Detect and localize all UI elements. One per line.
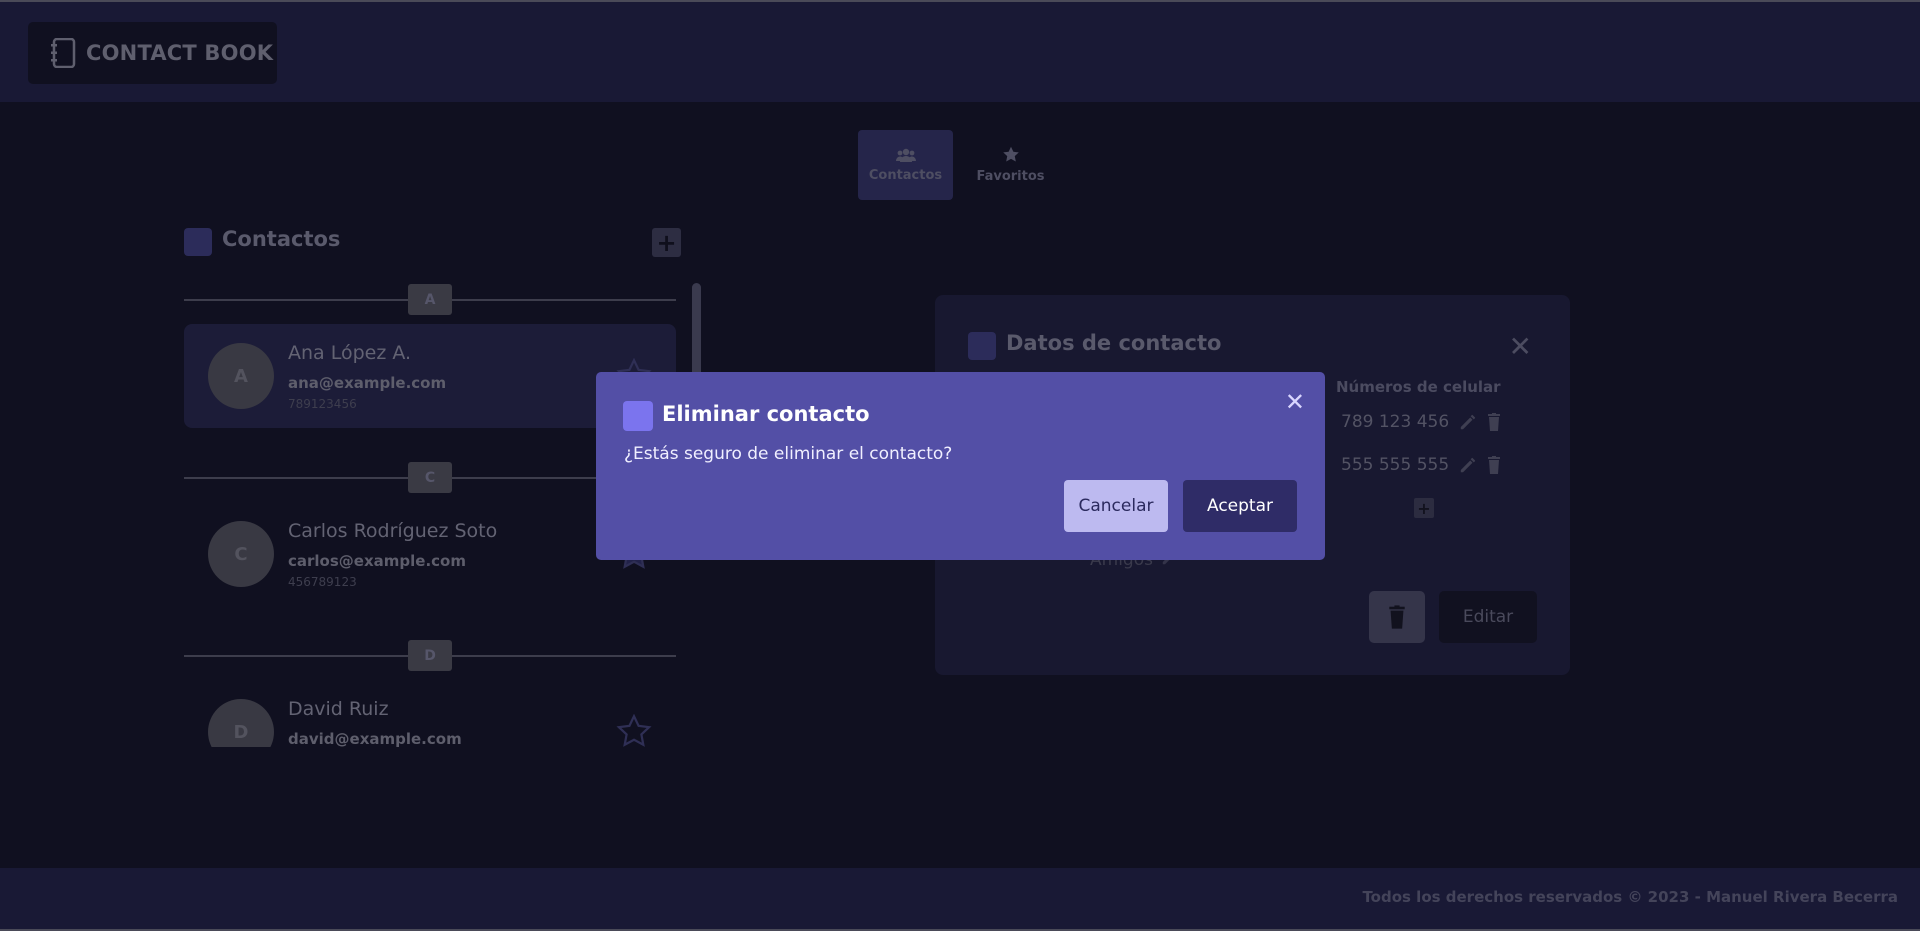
add-contact-button[interactable]: + xyxy=(652,228,681,257)
contacts-scrollbar[interactable] xyxy=(692,283,701,383)
letter-badge: A xyxy=(408,284,452,315)
avatar: A xyxy=(208,343,274,409)
edit-pencil-icon[interactable] xyxy=(1459,456,1477,474)
contacts-header: Contactos + xyxy=(184,226,681,257)
details-title: Datos de contacto xyxy=(1006,331,1222,355)
details-close-icon[interactable]: ✕ xyxy=(1509,330,1532,363)
favorite-star-icon[interactable] xyxy=(616,714,652,747)
accept-button[interactable]: Aceptar xyxy=(1183,480,1297,532)
contact-name: Carlos Rodríguez Soto xyxy=(288,520,498,542)
modal-close-icon[interactable]: ✕ xyxy=(1285,388,1305,416)
phone-row: 555 555 555 xyxy=(1341,455,1501,475)
contact-phone: 789123456 xyxy=(288,397,357,411)
section-square-icon xyxy=(968,332,996,360)
phone-number: 555 555 555 xyxy=(1341,455,1450,475)
contacts-title: Contactos xyxy=(222,227,341,251)
contact-email: david@example.com xyxy=(288,730,462,747)
avatar: C xyxy=(208,521,274,587)
letter-divider: A xyxy=(184,282,676,316)
phone-row: 789 123 456 xyxy=(1341,412,1501,432)
contact-name: David Ruiz xyxy=(288,698,389,720)
cancel-button[interactable]: Cancelar xyxy=(1064,480,1168,532)
brand-title: CONTACT BOOK xyxy=(86,41,274,65)
modal-message: ¿Estás seguro de eliminar el contacto? xyxy=(624,444,953,464)
top-bar: CONTACT BOOK xyxy=(0,0,1920,102)
trash-icon[interactable] xyxy=(1487,456,1501,474)
avatar: D xyxy=(208,699,274,747)
modal-square-icon xyxy=(623,401,653,431)
letter-divider: D xyxy=(184,638,676,672)
delete-confirm-modal: Eliminar contacto ✕ ¿Estás seguro de eli… xyxy=(596,372,1325,560)
phones-title: Números de celular xyxy=(1336,378,1501,396)
contact-item[interactable]: D David Ruiz david@example.com 789012345 xyxy=(184,680,676,747)
trash-icon xyxy=(1389,605,1405,629)
contact-email: carlos@example.com xyxy=(288,552,466,570)
contact-phone: 456789123 xyxy=(288,575,357,589)
trash-icon[interactable] xyxy=(1487,413,1501,431)
contact-email: ana@example.com xyxy=(288,374,447,392)
tab-label: Favoritos xyxy=(976,169,1045,184)
edit-pencil-icon[interactable] xyxy=(1459,413,1477,431)
contact-name: Ana López A. xyxy=(288,342,412,364)
delete-contact-button[interactable] xyxy=(1369,591,1425,643)
add-phone-button[interactable]: + xyxy=(1414,498,1434,518)
star-icon xyxy=(1002,146,1019,162)
address-book-icon xyxy=(51,38,76,68)
footer: Todos los derechos reservados © 2023 - M… xyxy=(0,868,1920,929)
letter-badge: D xyxy=(408,640,452,671)
users-icon xyxy=(895,148,916,162)
tab-contactos[interactable]: Contactos xyxy=(858,130,953,200)
brand-logo[interactable]: CONTACT BOOK xyxy=(28,22,277,84)
section-square-icon xyxy=(184,228,212,256)
footer-copyright: Todos los derechos reservados © 2023 - M… xyxy=(1362,888,1898,906)
modal-title: Eliminar contacto xyxy=(662,402,870,426)
main-nav: Contactos Favoritos xyxy=(858,130,1058,200)
tab-favoritos[interactable]: Favoritos xyxy=(963,130,1058,200)
edit-contact-button[interactable]: Editar xyxy=(1439,591,1537,643)
tab-label: Contactos xyxy=(868,167,943,183)
letter-badge: C xyxy=(408,462,452,493)
phone-number: 789 123 456 xyxy=(1341,412,1450,432)
